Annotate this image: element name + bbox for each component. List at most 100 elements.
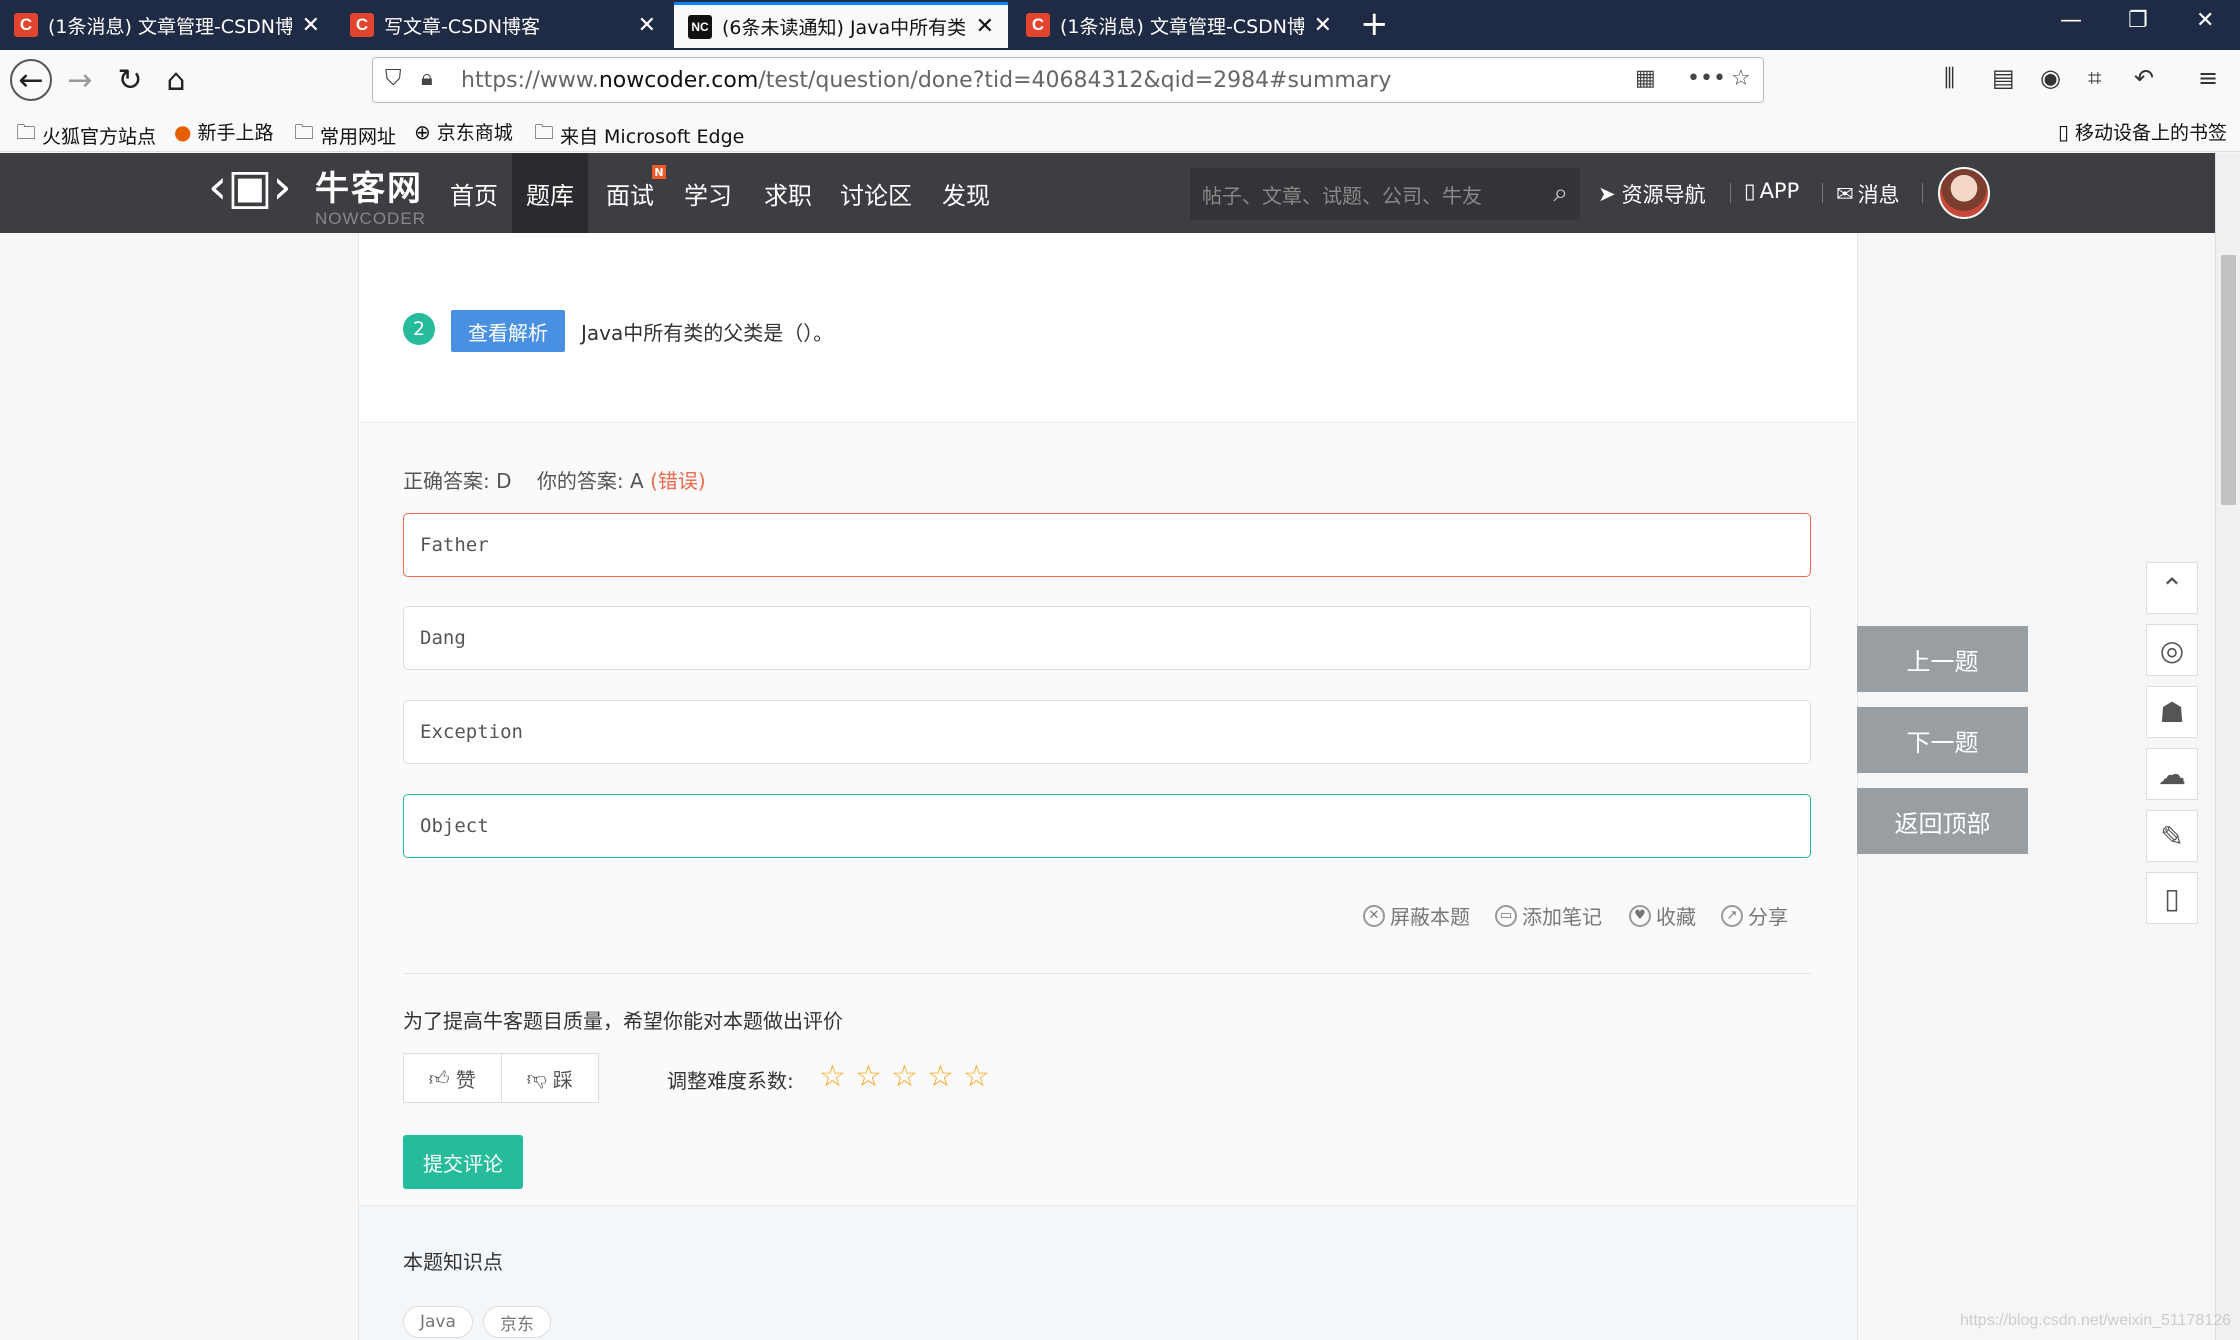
star-icon[interactable]: ☆	[855, 1059, 882, 1094]
close-icon[interactable]: ✕	[976, 14, 994, 39]
window-close-icon[interactable]: ✕	[2196, 8, 2214, 33]
dislike-button[interactable]: 👎︎ 踩	[500, 1054, 599, 1102]
crop-icon[interactable]: ⌗	[2088, 64, 2102, 92]
difficulty-label: 调整难度系数:	[667, 1069, 794, 1093]
back-to-top-button[interactable]: 返回顶部	[1857, 788, 2028, 854]
close-icon[interactable]: ✕	[1314, 13, 1332, 38]
scroll-up-icon[interactable]: ⌃	[2146, 562, 2198, 614]
menu-icon[interactable]: ≡	[2198, 64, 2218, 92]
nav-discussion[interactable]: 讨论区	[826, 153, 926, 233]
question-text: Java中所有类的父类是（）。	[581, 321, 834, 345]
close-icon[interactable]: ✕	[302, 13, 320, 38]
mail-icon: ✉	[1836, 182, 1854, 206]
back-icon[interactable]: ←	[10, 59, 52, 101]
edit-icon[interactable]: ✎	[2146, 810, 2198, 862]
undo-icon[interactable]: ↶	[2134, 64, 2154, 92]
tab-3-active[interactable]: NC (6条未读通知) Java中所有类的 ✕	[674, 2, 1008, 48]
bookmark-jd[interactable]: ⊕ 京东商城	[414, 118, 513, 145]
home-icon[interactable]: ⌂	[156, 60, 196, 100]
option-a[interactable]: Father	[403, 513, 1811, 577]
knowledge-title: 本题知识点	[403, 1250, 503, 1274]
heart-icon: ♥	[1629, 904, 1651, 927]
nav-question-bank[interactable]: 题库	[512, 153, 588, 233]
wechat-icon[interactable]: ☁	[2146, 748, 2198, 800]
browser-nav-bar: ← → ↻ ⌂ ⛉ 🔒︎ https://www.nowcoder.com/te…	[0, 50, 2240, 110]
bookmark-getting-started[interactable]: ● 新手上路	[174, 118, 273, 145]
new-tab-icon[interactable]: +	[1360, 6, 1389, 42]
nav-discover[interactable]: 发现	[928, 153, 1004, 233]
bookmark-mobile[interactable]: ▯ 移动设备上的书签	[2058, 118, 2227, 145]
close-icon[interactable]: ✕	[638, 13, 656, 38]
nav-interview[interactable]: 面试 N	[592, 153, 668, 233]
site-search-input[interactable]: 帖子、文章、试题、公司、牛友 ⌕	[1190, 168, 1580, 220]
mobile-icon[interactable]: ▯	[2146, 872, 2198, 924]
url-text: https://www.nowcoder.com/test/question/d…	[461, 67, 1392, 93]
favorite-button[interactable]: ♥ 收藏	[1629, 901, 1696, 930]
messages-link[interactable]: ✉ 消息	[1836, 179, 1900, 209]
folder-icon: 🗀	[294, 120, 314, 144]
option-c[interactable]: Exception	[403, 700, 1811, 764]
submit-comment-button[interactable]: 提交评论	[403, 1135, 523, 1189]
prev-question-button[interactable]: 上一题	[1857, 626, 2028, 692]
bookmark-star-icon[interactable]: ☆	[1731, 66, 1751, 91]
tag-java[interactable]: Java	[403, 1306, 473, 1338]
bookmark-edge[interactable]: 🗀 来自 Microsoft Edge	[534, 118, 744, 152]
search-icon[interactable]: ⌕	[1553, 178, 1568, 209]
book-icon: ▭	[1495, 904, 1517, 927]
knowledge-points: 本题知识点 Java 京东	[359, 1205, 1857, 1340]
vote-box: 👍︎ 赞 👎︎ 踩	[403, 1053, 599, 1103]
forward-icon[interactable]: →	[60, 60, 100, 100]
url-bar[interactable]: ⛉ 🔒︎ https://www.nowcoder.com/test/quest…	[372, 57, 1764, 103]
nav-home[interactable]: 首页	[436, 153, 512, 233]
scroll-thumb[interactable]	[2221, 255, 2236, 505]
block-question-button[interactable]: ✕ 屏蔽本题	[1363, 901, 1470, 930]
weibo-icon[interactable]: ◎	[2146, 624, 2198, 676]
star-icon[interactable]: ☆	[963, 1059, 990, 1094]
minimize-icon[interactable]: —	[2060, 8, 2082, 33]
bookmark-firefox-official[interactable]: 🗀 火狐官方站点	[16, 118, 156, 152]
bookmarks-bar: 🗀 火狐官方站点 ● 新手上路 🗀 常用网址 ⊕ 京东商城 🗀 来自 Microsoft …	[0, 110, 2240, 152]
next-question-button[interactable]: 下一题	[1857, 707, 2028, 773]
tab-2[interactable]: C 写文章-CSDN博客 ✕	[336, 2, 670, 48]
share-button[interactable]: ↗ 分享	[1721, 901, 1788, 930]
csdn-icon: C	[14, 13, 38, 37]
sidebar-icon[interactable]: ▤	[1992, 64, 2015, 92]
option-b[interactable]: Dang	[403, 606, 1811, 670]
shield-icon[interactable]: ⛉	[385, 66, 402, 91]
new-badge: N	[652, 165, 666, 179]
library-icon[interactable]: ⫼	[1944, 64, 1955, 92]
tab-1[interactable]: C (1条消息) 文章管理-CSDN博客 ✕	[0, 2, 334, 48]
user-avatar[interactable]	[1938, 167, 1990, 219]
account-icon[interactable]: ◉	[2040, 64, 2061, 92]
page-scrollbar[interactable]	[2215, 153, 2240, 1340]
bookmark-common-sites[interactable]: 🗀 常用网址	[294, 118, 396, 152]
lock-icon[interactable]: 🔒︎	[421, 66, 433, 91]
thumbs-down-icon: 👎︎	[526, 1065, 547, 1090]
restore-icon[interactable]: ❐	[2128, 8, 2148, 33]
separator	[1822, 183, 1823, 203]
like-button[interactable]: 👍︎ 赞	[404, 1054, 501, 1102]
qq-icon[interactable]: ☗	[2146, 686, 2198, 738]
question-number: 2	[403, 313, 435, 345]
app-link[interactable]: ▯ APP	[1744, 179, 1799, 203]
star-icon[interactable]: ☆	[891, 1059, 918, 1094]
qr-code-icon[interactable]: ▦	[1635, 66, 1656, 91]
firefox-icon: ●	[174, 119, 192, 144]
tag-jd[interactable]: 京东	[483, 1306, 551, 1338]
nowcoder-icon: NC	[688, 14, 712, 39]
option-d[interactable]: Object	[403, 794, 1811, 858]
question-header: 2 查看解析 Java中所有类的父类是（）。	[359, 233, 1857, 423]
star-icon[interactable]: ☆	[927, 1059, 954, 1094]
nav-learn[interactable]: 学习	[670, 153, 746, 233]
more-icon[interactable]: •••	[1687, 66, 1726, 91]
reload-icon[interactable]: ↻	[110, 60, 150, 100]
separator	[1922, 183, 1923, 203]
resources-link[interactable]: ➤ 资源导航	[1598, 179, 1706, 209]
view-analysis-button[interactable]: 查看解析	[451, 310, 565, 352]
site-logo[interactable]: ‹▣› 牛客网 NOWCODER	[208, 159, 438, 229]
csdn-icon: C	[1026, 13, 1050, 37]
add-note-button[interactable]: ▭ 添加笔记	[1495, 901, 1602, 930]
tab-4[interactable]: C (1条消息) 文章管理-CSDN博客 ✕	[1012, 2, 1346, 48]
nav-jobs[interactable]: 求职	[750, 153, 826, 233]
star-icon[interactable]: ☆	[819, 1059, 846, 1094]
